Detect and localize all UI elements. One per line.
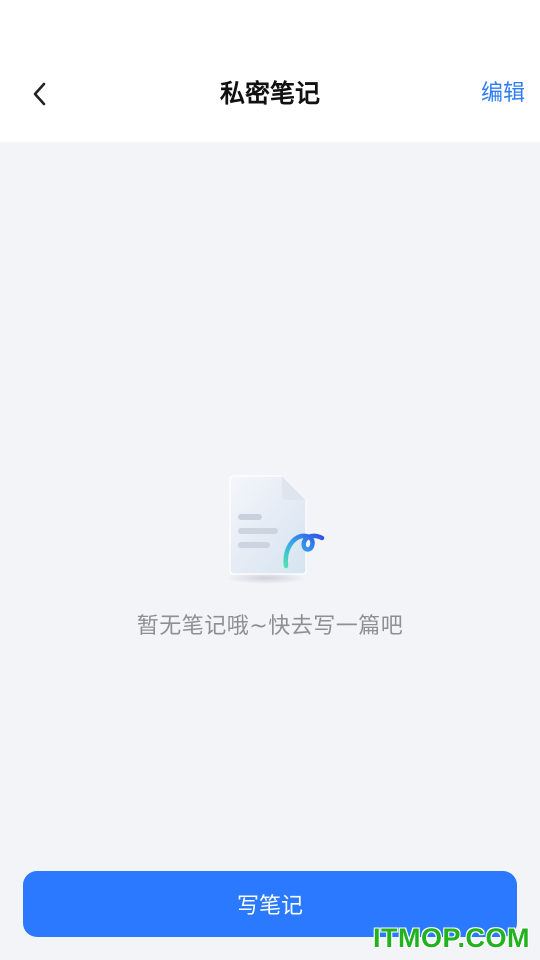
nav-bar: 私密笔记 编辑 [0,58,540,142]
empty-message: 暂无笔记哦~快去写一篇吧 [136,614,404,639]
edit-button[interactable]: 编辑 [481,74,525,114]
page-title: 私密笔记 [219,79,320,108]
note-document-icon [226,475,325,584]
empty-state: 暂无笔记哦~快去写一篇吧 [0,460,540,660]
watermark: ITMOP.COM [372,923,530,953]
status-bar [0,0,540,58]
